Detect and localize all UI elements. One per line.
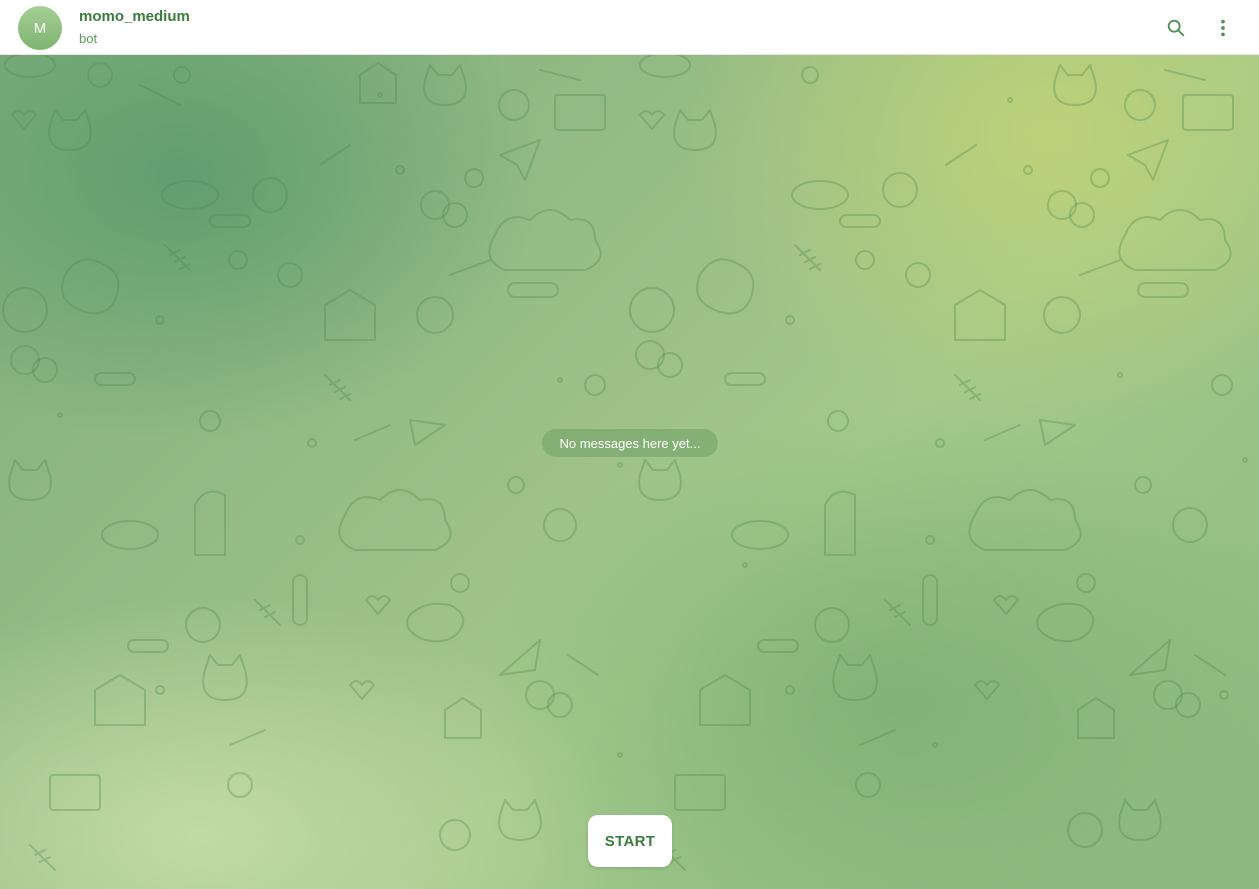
- chat-subtitle: bot: [79, 31, 98, 46]
- start-button[interactable]: START: [588, 815, 672, 867]
- telegram-chat-window: M momo_medium bot No messages here yet..…: [0, 0, 1259, 889]
- chat-title[interactable]: momo_medium: [79, 8, 190, 25]
- empty-chat-notice: No messages here yet...: [542, 429, 718, 457]
- avatar-letter: M: [33, 19, 47, 37]
- more-vertical-icon: [1221, 19, 1225, 37]
- search-button[interactable]: [1160, 12, 1192, 44]
- search-icon: [1167, 19, 1185, 37]
- doodle-pattern: [2, 55, 1248, 871]
- more-options-button[interactable]: [1207, 12, 1239, 44]
- chat-background: No messages here yet... START: [0, 55, 1259, 889]
- avatar[interactable]: M: [18, 6, 62, 50]
- chat-header: M momo_medium bot: [0, 0, 1259, 55]
